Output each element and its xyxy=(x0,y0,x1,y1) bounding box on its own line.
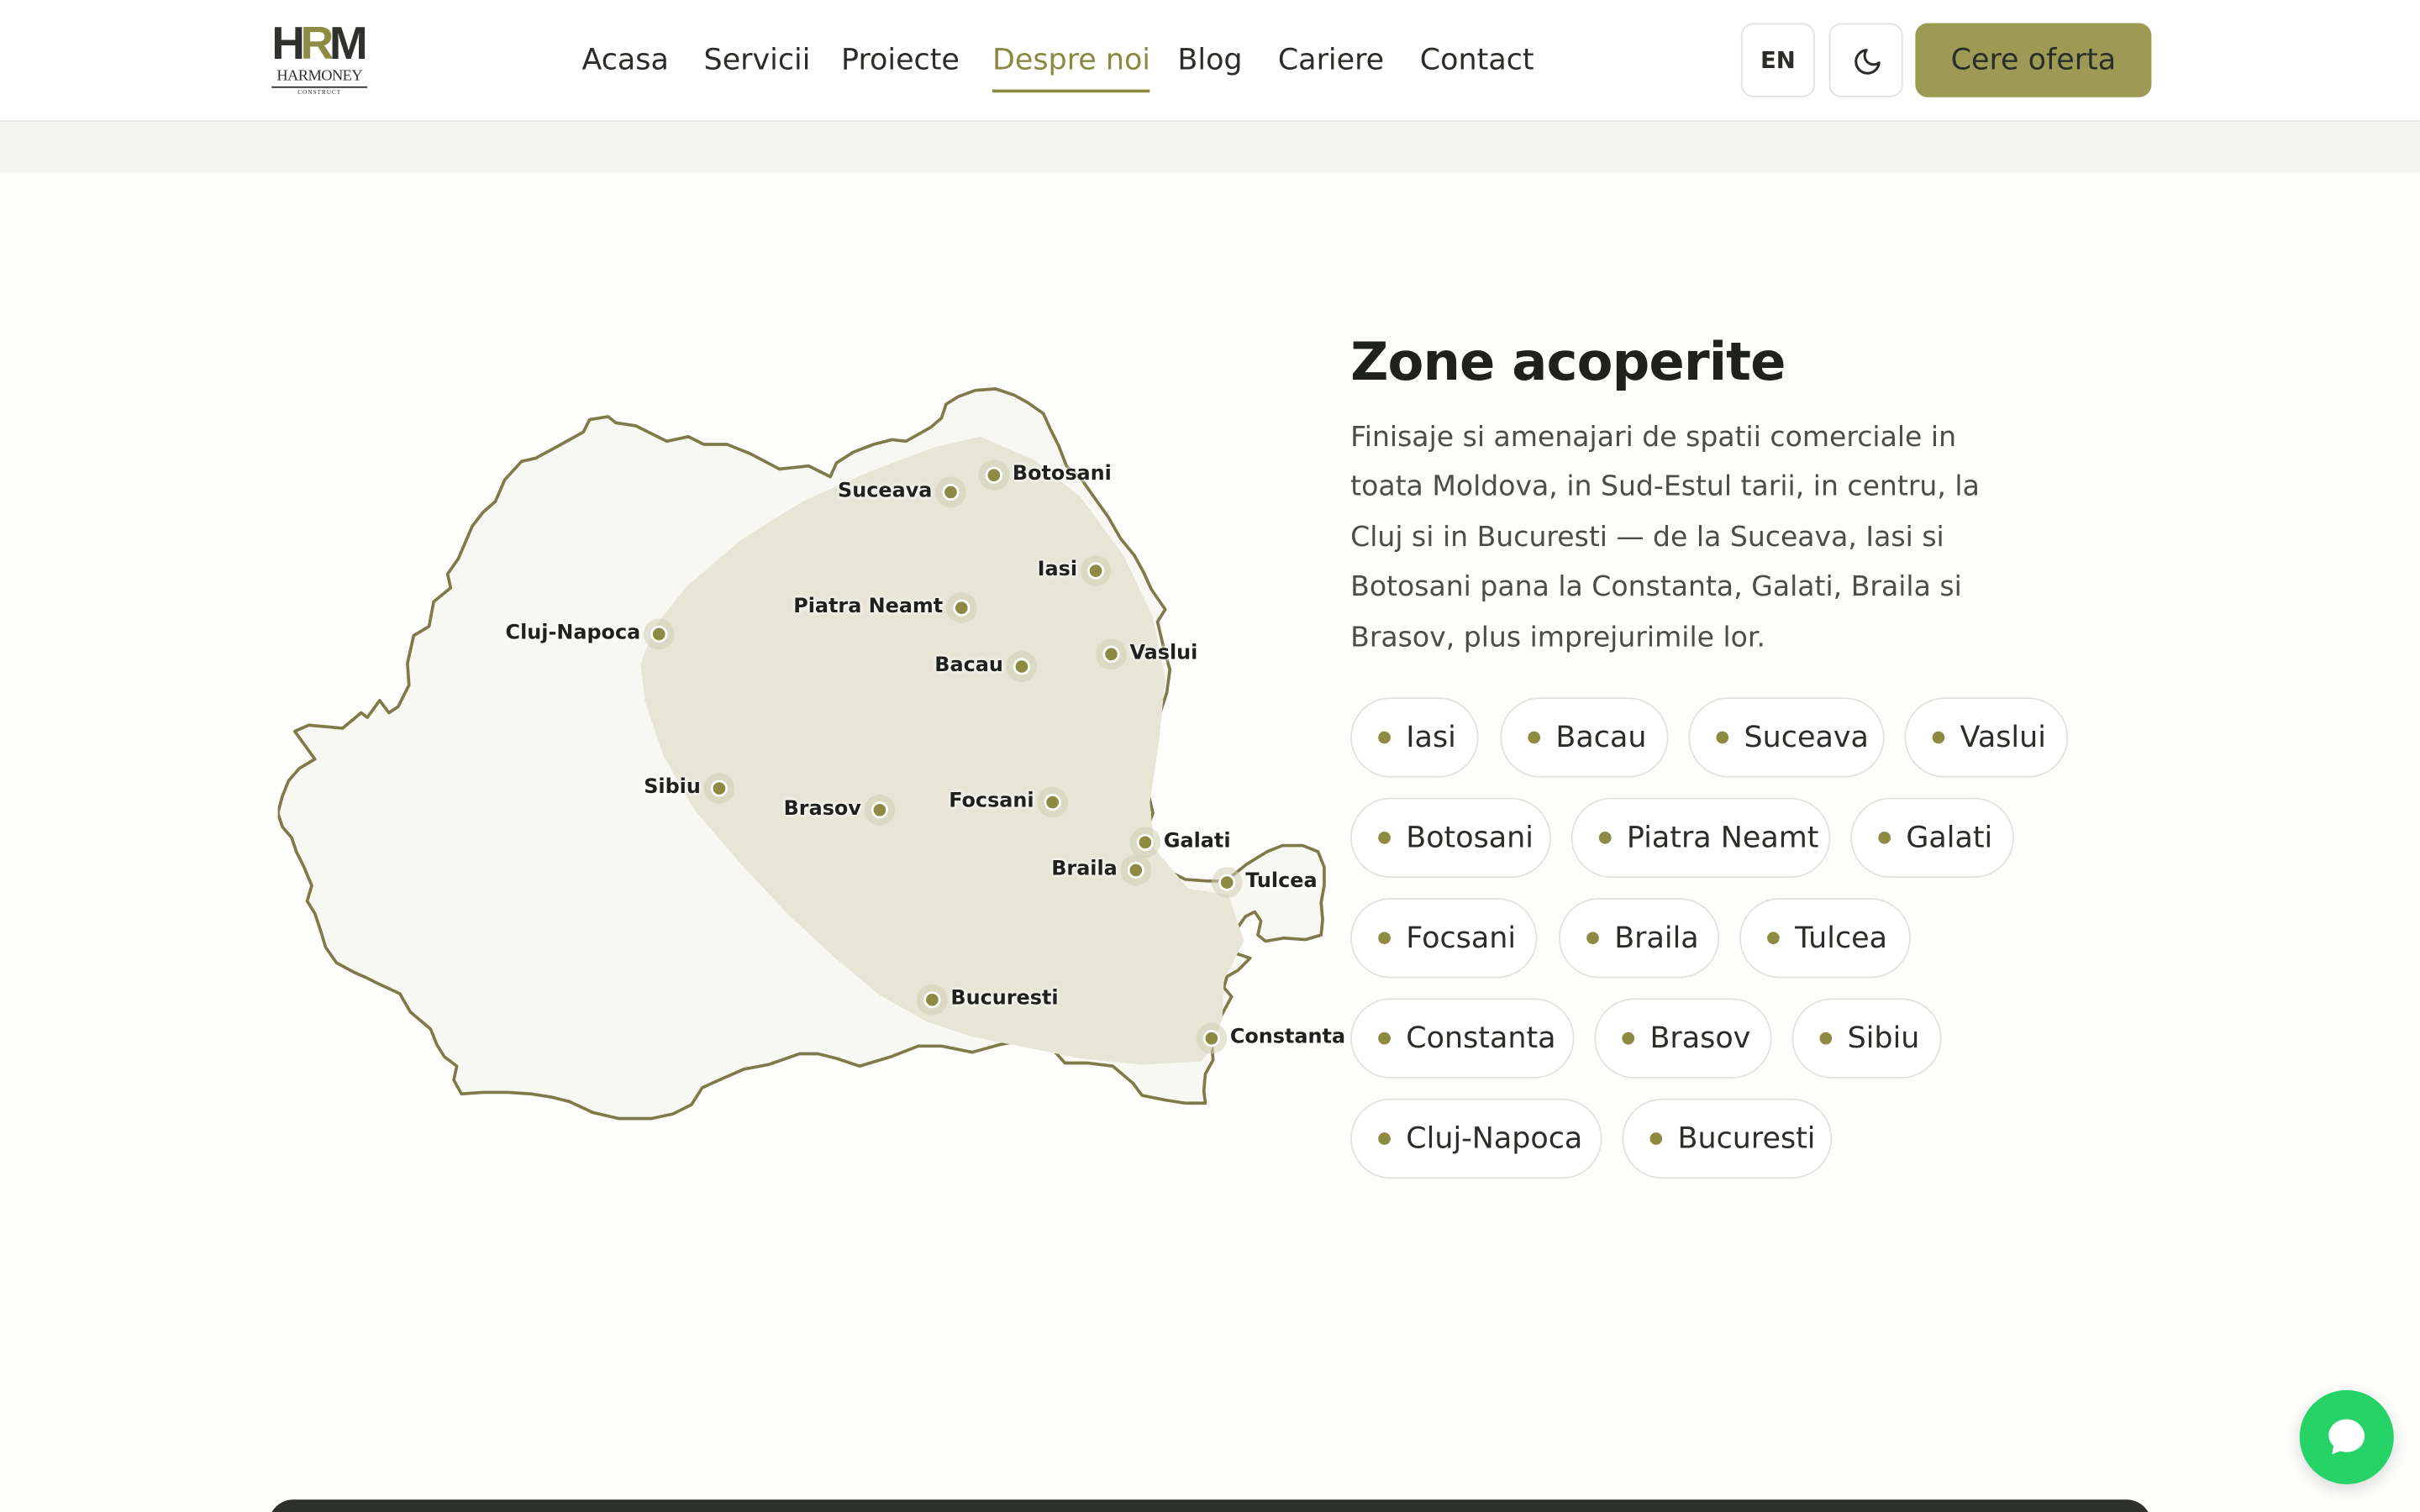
city-chip[interactable]: Sibiu xyxy=(1791,998,1942,1079)
map-label: Tulcea xyxy=(1245,869,1318,894)
section-description: Finisaje si amenajari de spatii comercia… xyxy=(1350,421,1980,654)
theme-toggle-button[interactable] xyxy=(1828,23,1903,97)
pin-dot xyxy=(1006,651,1038,682)
logo[interactable]: HRM HARMONEY CONSTRUCT xyxy=(269,18,371,99)
map-label: Galati xyxy=(1163,830,1231,853)
map-label: Suceava xyxy=(838,480,933,503)
city-chip[interactable]: Tulcea xyxy=(1739,897,1911,979)
map-label: Focsani xyxy=(949,790,1034,813)
pin-dot xyxy=(1120,854,1152,886)
nav-item-servicii[interactable]: Servicii xyxy=(704,40,811,81)
logo-mark: HRM xyxy=(271,18,368,70)
pin-dot xyxy=(945,592,977,624)
pin-dot xyxy=(1080,555,1112,586)
pin-dot xyxy=(935,476,966,508)
pin-dot xyxy=(917,984,948,1016)
map-label: Cluj-Napoca xyxy=(505,622,641,645)
nav-item-despre-noi[interactable]: Despre noi xyxy=(992,40,1151,93)
city-chip[interactable]: Cluj-Napoca xyxy=(1350,1098,1602,1179)
map-label: Piatra Neamt xyxy=(793,595,944,619)
city-chip[interactable]: Brasov xyxy=(1594,998,1772,1079)
nav-item-blog[interactable]: Blog xyxy=(1177,40,1242,81)
site-header: HRM HARMONEY CONSTRUCT Acasa Servicii Pr… xyxy=(0,0,2420,123)
map-label: Botosani xyxy=(1012,463,1112,486)
city-chip[interactable]: Galati xyxy=(1850,797,2014,879)
request-offer-button[interactable]: Cere oferta xyxy=(1915,23,2152,97)
city-chip[interactable]: Focsani xyxy=(1350,897,1538,979)
pin-dot xyxy=(1129,827,1161,858)
nav-item-acasa[interactable]: Acasa xyxy=(581,40,668,81)
footer-preview xyxy=(268,1499,2152,1512)
logo-tagline: CONSTRUCT xyxy=(297,87,342,96)
city-chip[interactable]: Braila xyxy=(1559,897,1720,979)
map-label: Brasov xyxy=(783,797,861,822)
romania-map-svg xyxy=(277,387,1326,1121)
map-label: Bacau xyxy=(934,654,1003,678)
city-chip[interactable]: Constanta xyxy=(1350,998,1575,1079)
pin-dot xyxy=(1037,786,1069,818)
pin-dot xyxy=(978,459,1010,491)
pin-dot xyxy=(1211,867,1243,898)
city-chip[interactable]: Suceava xyxy=(1688,697,1885,778)
pin-dot xyxy=(864,794,896,826)
nav-item-cariere[interactable]: Cariere xyxy=(1278,40,1384,81)
language-button[interactable]: EN xyxy=(1740,23,1815,97)
page: HRM HARMONEY CONSTRUCT Acasa Servicii Pr… xyxy=(0,0,2420,1512)
city-chip[interactable]: Botosani xyxy=(1350,797,1551,879)
map-label: Sibiu xyxy=(644,775,701,800)
pin-dot xyxy=(703,773,735,804)
city-chip[interactable]: Iasi xyxy=(1350,697,1479,778)
map-label: Iasi xyxy=(1037,558,1078,582)
map-label: Constanta xyxy=(1229,1026,1346,1049)
city-chip[interactable]: Bacau xyxy=(1500,697,1669,778)
nav-item-proiecte[interactable]: Proiecte xyxy=(841,40,960,81)
coverage-map: Botosani Suceava Iasi Piatra Neamt Cluj-… xyxy=(277,370,1359,1142)
moon-icon xyxy=(1854,49,1881,75)
map-label: Bucuresti xyxy=(950,987,1059,1011)
section-title: Zone acoperite xyxy=(1350,331,1786,394)
pin-dot xyxy=(1196,1022,1228,1054)
pin-dot xyxy=(1096,638,1127,670)
logo-name: HARMONEY xyxy=(271,68,368,88)
section-band xyxy=(0,122,2420,173)
map-label: Braila xyxy=(1051,858,1118,881)
city-chip[interactable]: Piatra Neamt xyxy=(1570,797,1831,879)
chat-bubble-icon xyxy=(2328,1419,2365,1455)
city-chip[interactable]: Vaslui xyxy=(1904,697,2069,778)
city-chip[interactable]: Bucuresti xyxy=(1622,1098,1833,1179)
pin-dot xyxy=(643,618,675,650)
map-label: Vaslui xyxy=(1129,642,1198,665)
nav-item-contact[interactable]: Contact xyxy=(1420,40,1534,81)
chat-button[interactable] xyxy=(2299,1389,2394,1484)
